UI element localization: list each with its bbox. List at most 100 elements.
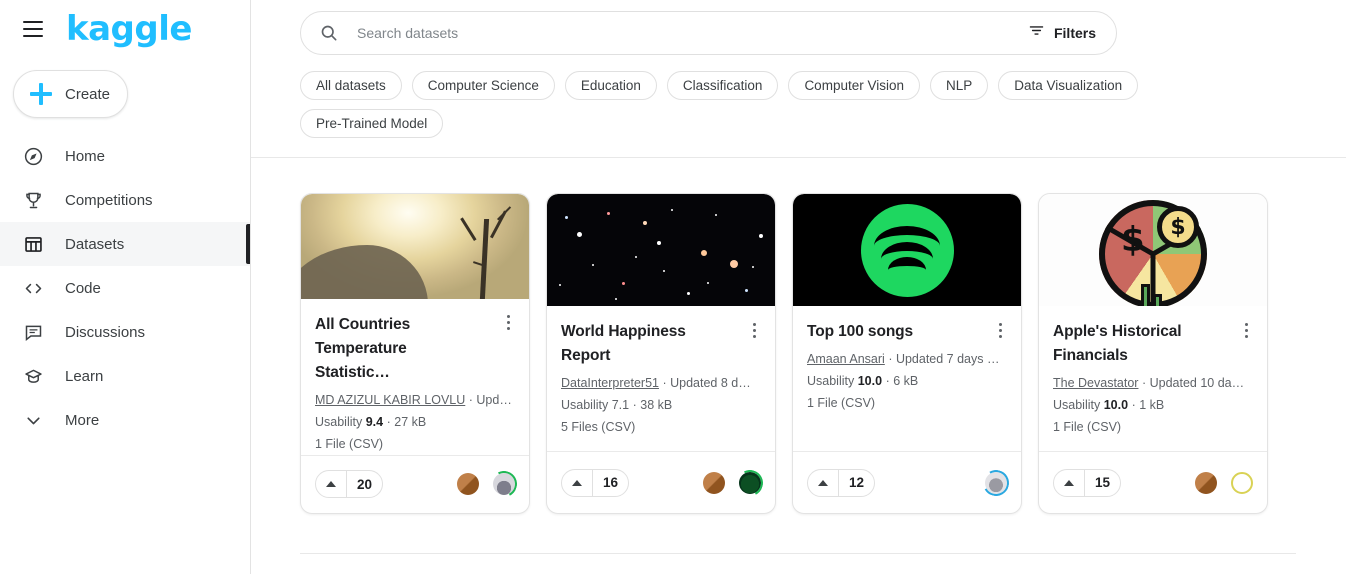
- sidebar-item-learn[interactable]: Learn: [0, 354, 250, 398]
- avatar[interactable]: [1231, 471, 1253, 494]
- dataset-thumbnail: [301, 194, 529, 299]
- plus-icon: [30, 83, 52, 105]
- avatar-group: [1195, 471, 1253, 494]
- dataset-author-line: The Devastator · Updated 10 da…: [1053, 373, 1253, 394]
- card-menu-button[interactable]: [1235, 319, 1257, 341]
- sidebar-item-discussions[interactable]: Discussions: [0, 310, 250, 354]
- chip-computer-science[interactable]: Computer Science: [411, 71, 555, 100]
- dataset-files: 5 Files (CSV): [561, 420, 636, 434]
- dataset-files: 1 File (CSV): [807, 396, 876, 410]
- list-bottom-divider: [300, 553, 1296, 554]
- dataset-author-line: DataInterpreter51 · Updated 8 d…: [561, 373, 761, 394]
- avatar-group: [980, 466, 1012, 499]
- sidebar-item-home[interactable]: Home: [0, 134, 250, 178]
- chip-data-visualization[interactable]: Data Visualization: [998, 71, 1139, 100]
- upvote-arrow-icon[interactable]: [562, 469, 593, 496]
- avatar[interactable]: [703, 471, 725, 494]
- sidebar-item-label: Datasets: [65, 235, 125, 253]
- chip-education[interactable]: Education: [564, 71, 657, 100]
- card-menu-button[interactable]: [497, 312, 519, 334]
- hamburger-icon[interactable]: [18, 14, 48, 44]
- comment-icon: [20, 322, 46, 343]
- usability-value: 10.0: [1103, 398, 1129, 412]
- dataset-card-footer: 15: [1039, 451, 1267, 513]
- kaggle-datasets-page: kaggle Create Home Competitions Datasets…: [0, 0, 1346, 574]
- dataset-updated: · Updated 8 d…: [662, 376, 751, 390]
- dataset-author[interactable]: Amaan Ansari: [807, 352, 885, 366]
- usability-value: 10.0: [857, 374, 883, 388]
- dataset-author[interactable]: MD AZIZUL KABIR LOVLU: [315, 393, 465, 407]
- search-input[interactable]: [357, 25, 1028, 41]
- upvote-arrow-icon[interactable]: [316, 471, 347, 498]
- pie-chart-icon: $ $: [1099, 200, 1207, 306]
- dataset-card-footer: 16: [547, 451, 775, 513]
- search-bar[interactable]: Filters: [300, 11, 1117, 55]
- dataset-author-line: MD AZIZUL KABIR LOVLU · Upd…: [315, 390, 515, 411]
- upvote-control[interactable]: 12: [807, 468, 876, 497]
- upvote-control[interactable]: 16: [561, 468, 630, 497]
- search-icon: [319, 23, 341, 43]
- upvote-arrow-icon[interactable]: [808, 469, 839, 496]
- create-button-label: Create: [65, 85, 111, 103]
- sidebar: kaggle Create Home Competitions Datasets…: [0, 0, 251, 574]
- usability-label: Usability: [1053, 398, 1101, 412]
- upvote-count: 20: [357, 476, 373, 492]
- dataset-size: · 1 kB: [1131, 398, 1165, 412]
- chevron-down-icon: [20, 410, 46, 431]
- avatar-group: [457, 468, 521, 501]
- dataset-card-body: All Countries Temperature Statistic… MD …: [301, 299, 529, 455]
- dataset-card-body: Top 100 songs Amaan Ansari · Updated 7 d…: [793, 306, 1021, 451]
- sidebar-item-label: More: [65, 411, 100, 429]
- upvote-control[interactable]: 20: [315, 470, 384, 499]
- sidebar-item-label: Learn: [65, 367, 104, 385]
- usability-label: Usability: [561, 398, 609, 412]
- dataset-title: World Happiness Report: [561, 323, 686, 364]
- avatar[interactable]: [457, 473, 479, 496]
- sidebar-item-code[interactable]: Code: [0, 266, 250, 310]
- upvote-count: 15: [1095, 475, 1111, 490]
- chip-nlp[interactable]: NLP: [930, 71, 989, 100]
- sidebar-nav: Home Competitions Datasets Code Discussi…: [0, 134, 250, 442]
- usability-label: Usability: [315, 414, 363, 429]
- avatar[interactable]: [980, 466, 1012, 499]
- sidebar-item-datasets[interactable]: Datasets: [0, 222, 250, 266]
- avatar[interactable]: [487, 468, 521, 501]
- chip-pre-trained-model[interactable]: Pre-Trained Model: [300, 109, 444, 138]
- dataset-card-body: Apple's Historical Financials The Devast…: [1039, 306, 1267, 451]
- dataset-updated: · Upd…: [468, 392, 512, 407]
- dataset-updated: · Updated 10 da…: [1141, 376, 1245, 390]
- sidebar-item-label: Competitions: [65, 191, 153, 209]
- dataset-updated: · Updated 7 days …: [888, 352, 1000, 366]
- sidebar-item-more[interactable]: More: [0, 398, 250, 442]
- search-section: Filters: [251, 0, 1346, 55]
- upvote-control[interactable]: 15: [1053, 468, 1122, 497]
- dataset-title: All Countries Temperature Statistic…: [315, 315, 411, 381]
- dataset-usability: Usability 10.0 · 1 kB: [1053, 395, 1253, 416]
- chip-all-datasets[interactable]: All datasets: [300, 71, 402, 100]
- sidebar-item-competitions[interactable]: Competitions: [0, 178, 250, 222]
- dataset-author[interactable]: DataInterpreter51: [561, 376, 659, 390]
- dataset-card-list: All Countries Temperature Statistic… MD …: [300, 193, 1268, 514]
- dataset-card[interactable]: World Happiness Report DataInterpreter51…: [546, 193, 776, 514]
- dataset-card[interactable]: All Countries Temperature Statistic… MD …: [300, 193, 530, 514]
- dataset-card[interactable]: Top 100 songs Amaan Ansari · Updated 7 d…: [792, 193, 1022, 514]
- header-divider: [251, 157, 1346, 158]
- chip-classification[interactable]: Classification: [666, 71, 779, 100]
- upvote-arrow-icon[interactable]: [1054, 469, 1085, 496]
- chip-computer-vision[interactable]: Computer Vision: [788, 71, 920, 100]
- create-button[interactable]: Create: [13, 70, 128, 118]
- dataset-card-footer: 20: [301, 454, 529, 513]
- sidebar-item-label: Discussions: [65, 323, 146, 341]
- dataset-card[interactable]: $ $ Apple's Historical Financials The De…: [1038, 193, 1268, 514]
- filters-button[interactable]: Filters: [1028, 22, 1096, 44]
- dataset-author[interactable]: The Devastator: [1053, 376, 1138, 390]
- kaggle-logo[interactable]: kaggle: [66, 12, 192, 46]
- card-menu-button[interactable]: [743, 319, 765, 341]
- avatar[interactable]: [733, 466, 767, 499]
- avatar[interactable]: [1195, 471, 1217, 494]
- trophy-icon: [20, 190, 46, 211]
- usability-value: 9.4: [365, 414, 384, 429]
- card-menu-button[interactable]: [989, 319, 1011, 341]
- dataset-files: 1 File (CSV): [315, 436, 384, 451]
- avatar-group: [703, 466, 767, 499]
